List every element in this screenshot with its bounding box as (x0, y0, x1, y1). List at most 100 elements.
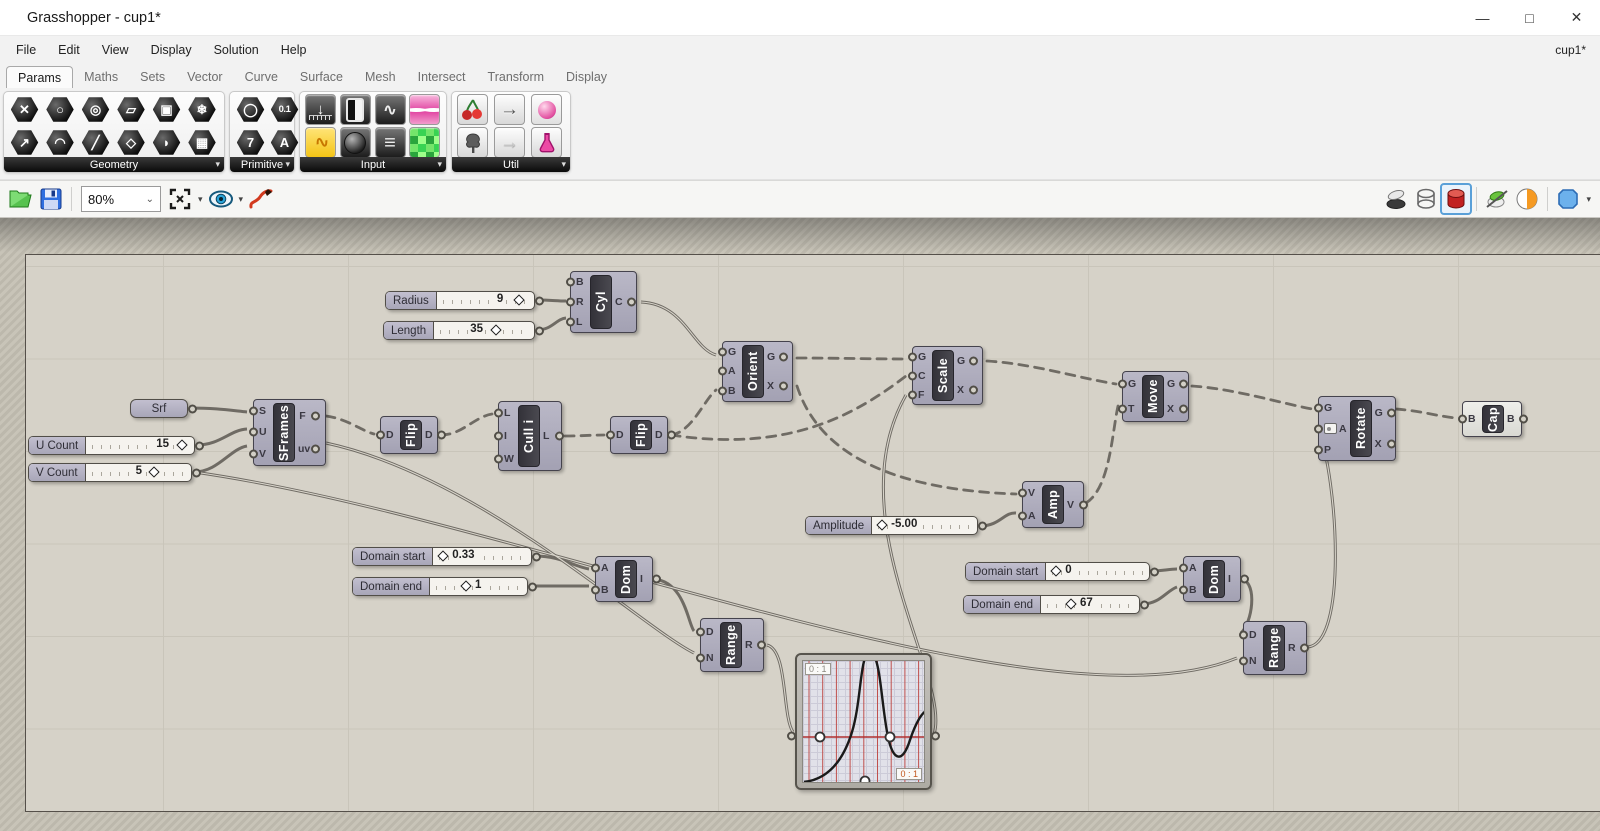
output-port-nub[interactable] (1079, 500, 1088, 509)
menu-file[interactable]: File (5, 38, 47, 62)
tab-curve[interactable]: Curve (234, 66, 289, 88)
slider-knob[interactable] (513, 294, 524, 305)
output-port-nub[interactable] (555, 432, 564, 441)
input-port-nub[interactable] (494, 454, 503, 463)
slider-track[interactable]: 9 (437, 292, 534, 309)
data-dam-tree-icon[interactable] (457, 127, 488, 158)
slider-track[interactable]: 67 (1041, 596, 1139, 613)
input-port-nub[interactable] (1179, 564, 1188, 573)
component-label[interactable]: Amp (1042, 485, 1064, 524)
primitive-param-icon[interactable]: ◯ (235, 94, 266, 125)
output-port-nub[interactable] (779, 352, 788, 361)
slider-knob[interactable] (460, 580, 471, 591)
slider-knob[interactable] (148, 466, 159, 477)
component-range-2[interactable]: D N Range R (1243, 621, 1307, 675)
output-port-nub[interactable] (667, 431, 676, 440)
output-port-nub[interactable] (311, 444, 320, 453)
input-port-nub[interactable] (566, 278, 575, 287)
input-port-nub[interactable] (1018, 511, 1027, 520)
flask-icon[interactable] (531, 127, 562, 158)
output-port-nub[interactable] (1387, 408, 1396, 417)
slider-radius[interactable]: Radius 9 (385, 291, 535, 310)
output-port-nub[interactable] (311, 412, 320, 421)
slider-track[interactable]: 1 (430, 578, 527, 595)
menu-help[interactable]: Help (270, 38, 318, 62)
zoom-extents-icon[interactable] (165, 184, 195, 214)
geometry-param-icon[interactable]: ✕ (9, 94, 40, 125)
component-label[interactable]: Scale (932, 350, 954, 401)
group-label-primitive[interactable]: Primitive▾ (230, 157, 294, 172)
output-port-nub[interactable] (1300, 644, 1309, 653)
tab-transform[interactable]: Transform (477, 66, 556, 88)
geometry-param-icon[interactable]: ▱ (116, 94, 147, 125)
preview-mesh-settings-icon[interactable] (1482, 184, 1512, 214)
geometry-param-icon[interactable]: ╱ (80, 127, 111, 158)
graph-mapper-grid[interactable]: 0 : 1 0 : 1 (802, 660, 925, 783)
output-port-nub[interactable] (969, 385, 978, 394)
slider-track[interactable]: 35 (434, 322, 534, 339)
knob-icon[interactable] (340, 127, 371, 158)
menu-edit[interactable]: Edit (47, 38, 91, 62)
input-port-nub[interactable] (1239, 657, 1248, 666)
gradient-icon[interactable] (409, 94, 440, 125)
galapagos-icon[interactable] (531, 94, 562, 125)
input-port-nub[interactable] (494, 431, 503, 440)
md-slider-icon[interactable]: ∿ (305, 127, 336, 158)
expand-arrow-icon[interactable]: ▾ (437, 159, 442, 170)
output-port-nub[interactable] (779, 382, 788, 391)
primitive-param-icon[interactable]: 0.1 (269, 94, 300, 125)
slider-track[interactable]: -5.00 (872, 517, 977, 534)
component-label[interactable]: Flip (400, 420, 422, 450)
component-scale[interactable]: G C F Scale G X (912, 346, 983, 405)
menu-display[interactable]: Display (140, 38, 203, 62)
slider-knob[interactable] (1065, 598, 1076, 609)
preview-eye-icon[interactable] (206, 184, 236, 214)
tab-maths[interactable]: Maths (73, 66, 129, 88)
output-port-nub[interactable] (528, 582, 537, 591)
input-port-nub[interactable] (566, 318, 575, 327)
component-cylinder[interactable]: B R L Cyl C (570, 271, 637, 333)
component-flip-1[interactable]: D Flip D (380, 416, 438, 454)
zoom-level-combobox[interactable]: 80% ⌄ (81, 186, 161, 212)
output-port-nub[interactable] (1140, 600, 1149, 609)
close-button[interactable]: ✕ (1553, 0, 1600, 35)
slider-u-count[interactable]: U Count 15 (28, 436, 195, 455)
titlebar[interactable]: Grasshopper - cup1* — □ ✕ (0, 0, 1600, 36)
output-port-nub[interactable] (532, 552, 541, 561)
output-port-nub[interactable] (192, 468, 201, 477)
tab-mesh[interactable]: Mesh (354, 66, 407, 88)
geometry-param-icon[interactable]: ◗ (151, 127, 182, 158)
param-surface[interactable]: Srf (130, 399, 188, 418)
input-port-nub[interactable] (249, 450, 258, 459)
save-file-icon[interactable] (36, 184, 66, 214)
number-slider-icon[interactable]: ↓ (305, 94, 336, 125)
input-port-nub[interactable] (908, 390, 917, 399)
tab-surface[interactable]: Surface (289, 66, 354, 88)
component-cap[interactable]: B Cap B (1462, 401, 1522, 437)
expand-arrow-icon[interactable]: ▾ (215, 159, 220, 170)
input-port-nub[interactable] (908, 371, 917, 380)
input-port-nub[interactable] (1314, 403, 1323, 412)
input-port-nub[interactable] (494, 409, 503, 418)
material-dropdown-icon[interactable]: ▾ (1586, 194, 1591, 205)
tab-intersect[interactable]: Intersect (407, 66, 477, 88)
input-port-nub[interactable] (1239, 631, 1248, 640)
geometry-param-icon[interactable]: ◎ (80, 94, 111, 125)
component-label[interactable]: Cyl (590, 275, 612, 329)
relay-in-arrow-icon[interactable]: → (494, 94, 525, 125)
component-label[interactable]: Dom (1203, 560, 1225, 598)
geometry-param-icon[interactable]: ◠ (45, 127, 76, 158)
component-rotate[interactable]: G A P Rotate G X (1318, 396, 1396, 461)
graph-mapper[interactable]: 0 : 1 0 : 1 (795, 653, 932, 790)
colour-swatch-icon[interactable] (409, 127, 440, 158)
slider-length[interactable]: Length 35 (383, 321, 535, 340)
component-sframes[interactable]: S U V SFrames F uv (253, 399, 326, 466)
tab-params[interactable]: Params (6, 66, 73, 89)
output-port-nub[interactable] (931, 732, 940, 741)
slider-domain-end-2[interactable]: Domain end 67 (963, 595, 1140, 614)
slider-knob[interactable] (438, 550, 449, 561)
slider-knob[interactable] (1051, 565, 1062, 576)
slider-track[interactable]: 0 (1046, 563, 1149, 580)
output-port-nub[interactable] (1179, 404, 1188, 413)
output-port-nub[interactable] (1387, 440, 1396, 449)
